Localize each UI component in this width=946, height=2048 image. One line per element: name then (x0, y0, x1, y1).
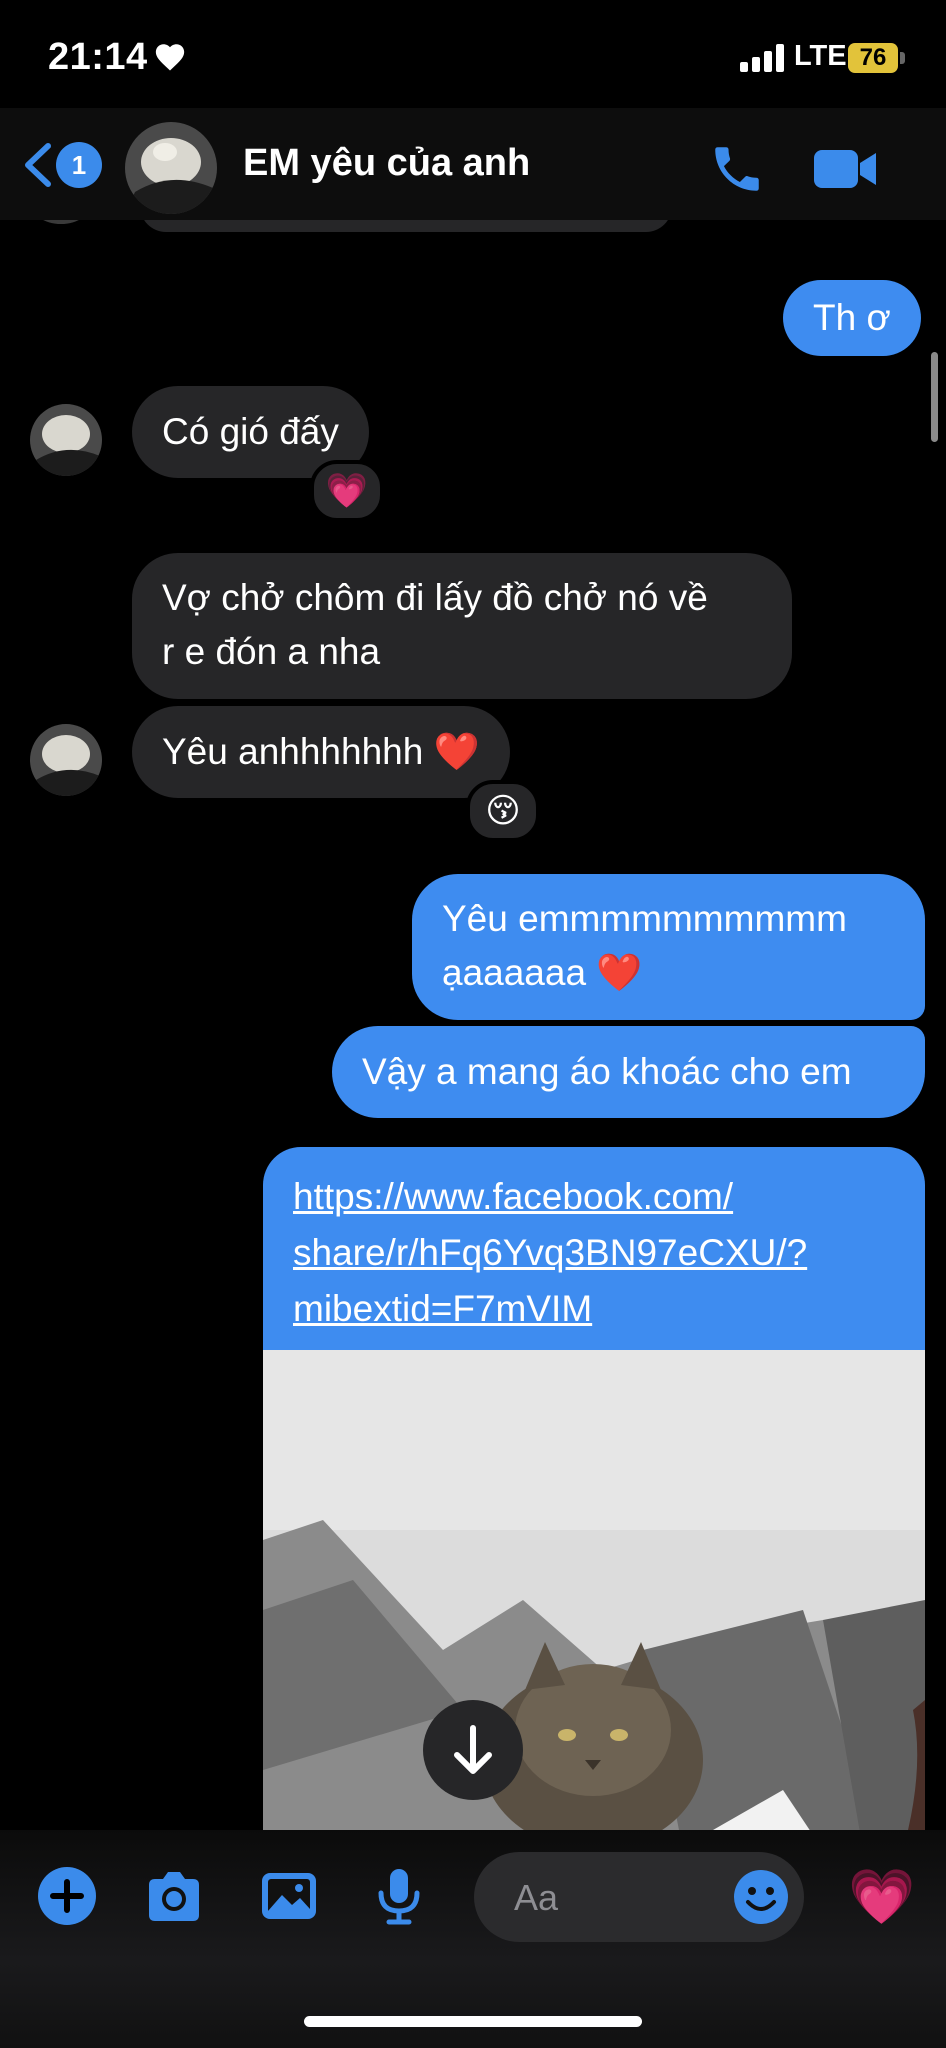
home-indicator[interactable] (304, 2016, 642, 2027)
messenger-chat-screen: 21:14 LTE 76 1 EM yêu của anh Th ơ Có gi… (0, 0, 946, 2048)
shared-link[interactable]: https://www.facebook.com/ share/r/hFq6Yv… (293, 1169, 903, 1337)
message-bubble-outgoing[interactable]: Yêu emmmmmmmmmm ạaaaaaa ❤️ (412, 874, 925, 1020)
message-text: Vậy a mang áo khoác cho em (362, 1051, 852, 1092)
scrollbar[interactable] (931, 352, 938, 442)
message-text: Yêu anhhhhhhh ❤️ (162, 731, 480, 772)
image-icon[interactable] (258, 1865, 320, 1927)
link-preview-image[interactable] (263, 1350, 925, 1830)
message-bubble-outgoing[interactable]: Vậy a mang áo khoác cho em (332, 1026, 925, 1118)
phone-icon[interactable] (708, 140, 766, 198)
message-text-line: r e đón a nha (162, 631, 381, 672)
message-text-line: Vợ chở chôm đi lấy đồ chở nó về (162, 577, 708, 618)
battery-tip (900, 52, 905, 64)
message-bubble-incoming[interactable]: Yêu anhhhhhhh ❤️ (132, 706, 510, 798)
back-chevron-icon (25, 143, 51, 187)
contact-name[interactable]: EM yêu của anh (243, 142, 530, 185)
sender-avatar[interactable] (30, 724, 102, 796)
message-text: Th ơ (813, 297, 891, 338)
contact-avatar[interactable] (125, 122, 217, 214)
signal-icon (740, 44, 786, 72)
composer-bar: 💗 (0, 1830, 946, 2048)
plus-icon[interactable] (36, 1865, 98, 1927)
network-type: LTE (794, 40, 847, 72)
message-bubble-outgoing[interactable]: Th ơ (783, 280, 921, 356)
link-text-line: https://www.facebook.com/ (293, 1176, 734, 1217)
send-heart-button[interactable]: 💗 (848, 1866, 915, 1928)
video-camera-icon[interactable] (812, 146, 880, 192)
unread-badge: 1 (56, 142, 102, 188)
message-text-line: ạaaaaaa ❤️ (442, 952, 643, 993)
message-input[interactable] (474, 1852, 804, 1942)
status-time: 21:14 (48, 36, 148, 78)
sender-avatar[interactable] (30, 404, 102, 476)
link-message[interactable]: https://www.facebook.com/ share/r/hFq6Yv… (263, 1147, 925, 1830)
message-reaction[interactable]: 😚 (466, 780, 540, 842)
emoji-icon[interactable] (732, 1868, 790, 1926)
link-text-line: share/r/hFq6Yvq3BN97eCXU/? (293, 1232, 808, 1273)
partial-avatar (30, 220, 92, 224)
scroll-to-bottom-button[interactable] (423, 1700, 523, 1800)
microphone-icon[interactable] (368, 1865, 430, 1927)
chat-header: 1 EM yêu của anh (0, 108, 946, 220)
message-reaction[interactable]: 💗 (310, 460, 384, 522)
link-text-line: mibextid=F7mVIM (293, 1288, 593, 1329)
back-button[interactable]: 1 (20, 138, 104, 192)
battery-icon: 76 (848, 43, 898, 73)
message-bubble-incoming[interactable]: Vợ chở chôm đi lấy đồ chở nó về r e đón … (132, 553, 792, 699)
partial-bubble (140, 220, 672, 232)
message-text-field[interactable] (512, 1870, 716, 1926)
arrow-down-icon (454, 1725, 492, 1774)
message-text: Có gió đấy (162, 411, 339, 452)
camera-icon[interactable] (143, 1865, 205, 1927)
message-text-line: Yêu emmmmmmmmmm (442, 898, 847, 939)
heart-icon (155, 44, 185, 71)
message-list[interactable]: Th ơ Có gió đấy 💗 Vợ chở chôm đi lấy đồ … (0, 220, 946, 1830)
